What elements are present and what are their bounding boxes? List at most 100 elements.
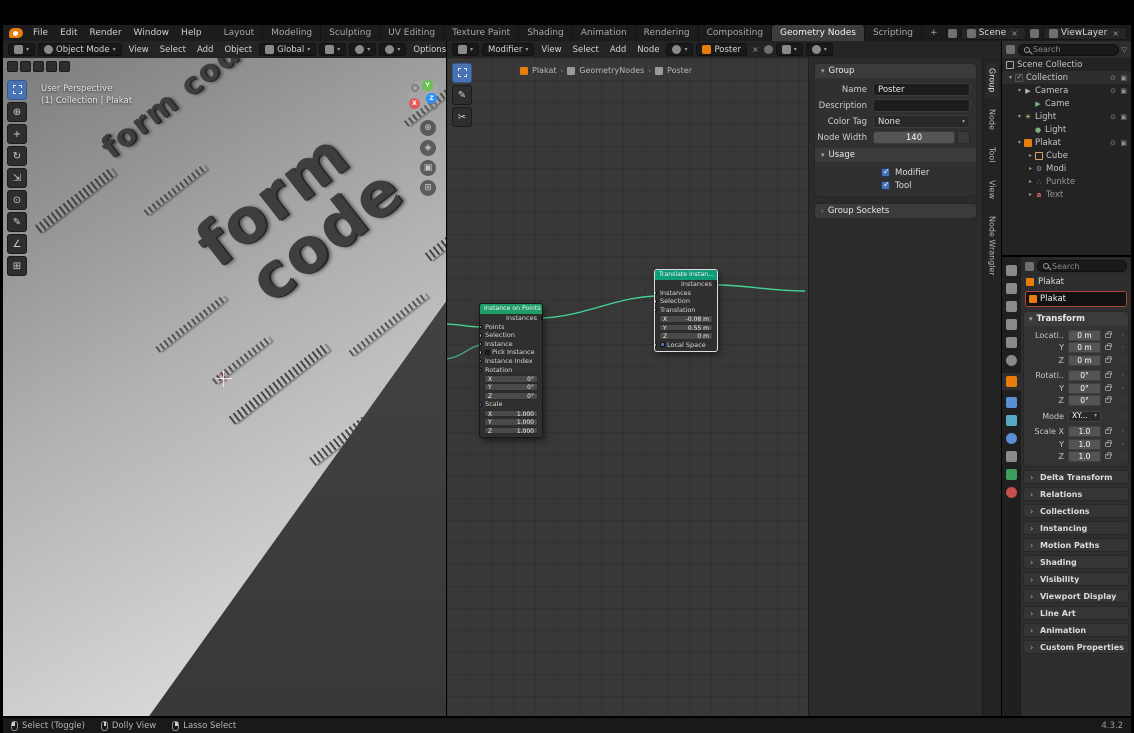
node-menu-add[interactable]: Add [606,45,630,55]
tab-material[interactable] [1006,487,1017,498]
outliner-row-scene-collection[interactable]: Scene Collectio [1002,58,1131,71]
sidebar-tab-view[interactable]: View [986,175,999,204]
color-tag-dropdown[interactable]: None▾ [873,115,970,128]
tab-world[interactable] [1006,355,1017,366]
scale-z-field[interactable]: Z1.000 [484,427,538,435]
node-tree-type-dropdown[interactable]: Modifier▾ [482,43,534,56]
rotation-x-field[interactable]: X0° [484,375,538,383]
expand-icon[interactable]: ▸ [1026,191,1035,198]
tab-uv-editing[interactable]: UV Editing [380,25,444,41]
group-name-field[interactable] [873,83,970,96]
tab-tool[interactable] [1006,265,1017,276]
group-description-field[interactable] [873,99,970,112]
tool-transform[interactable]: ⊙ [7,190,27,210]
tab-scripting[interactable]: Scripting [865,25,922,41]
tab-geometry-nodes[interactable]: Geometry Nodes [772,25,865,41]
breadcrumb-node-tree[interactable]: Poster [667,66,692,75]
lock-icon[interactable] [1105,333,1111,338]
usage-tool-checkbox[interactable] [881,181,890,190]
translation-x-field[interactable]: X-0.08 m [659,315,713,323]
tab-render[interactable] [1006,283,1017,294]
animate-dot[interactable]: · [1121,331,1124,340]
object-name-field[interactable] [1025,291,1127,307]
collection-checkbox[interactable] [1015,74,1023,82]
filter-icon[interactable]: ▽ [1122,46,1127,54]
tool-annotate[interactable]: ✎ [452,85,472,105]
sidebar-tab-group[interactable]: Group [986,63,999,97]
section-motion-paths[interactable]: Motion Paths [1023,538,1129,552]
section-collections[interactable]: Collections [1023,504,1129,518]
tab-layout[interactable]: Layout [216,25,264,41]
gizmo-toggle-icon[interactable] [7,61,18,72]
animate-dot[interactable]: · [1121,396,1124,405]
lock-icon[interactable] [1105,386,1111,391]
viewport-menu-object[interactable]: Object [220,45,256,55]
node-menu-select[interactable]: Select [569,45,603,55]
tool-links-cut[interactable]: ✂ [452,107,472,127]
viewlayer-selector[interactable]: ViewLayer× [1043,27,1127,40]
node-header[interactable]: Instance on Points [480,304,542,314]
editor-type-button[interactable]: ▾ [8,43,35,56]
tool-add-cube[interactable]: ⊞ [7,256,27,276]
mode-dropdown[interactable]: Object Mode▾ [38,43,122,56]
outliner-row-light[interactable]: ▾ ☀ Light ⊙▣ [1002,110,1131,123]
sidebar-tab-node[interactable]: Node [986,104,999,135]
outliner-row-camera[interactable]: ▾ ▶ Camera ⊙▣ [1002,84,1131,97]
gizmo-axis-x[interactable]: X [409,98,420,109]
tab-modeling[interactable]: Modeling [263,25,321,41]
expand-icon[interactable]: ▾ [1015,139,1024,146]
outliner-row-text[interactable]: ▸ a Text [1002,188,1131,201]
tool-move[interactable]: + [7,124,27,144]
scale-y-field[interactable]: Y1.000 [484,418,538,426]
section-relations[interactable]: Relations [1023,487,1129,501]
lock-icon[interactable] [1105,358,1111,363]
hide-eye-icon[interactable]: ⊙ [1110,139,1116,147]
scale-x-field[interactable]: 1.0 [1068,426,1101,437]
animate-dot[interactable]: · [1121,343,1124,352]
properties-editor-icon[interactable] [1025,262,1034,271]
node-menu-view[interactable]: View [537,45,565,55]
tab-texture-paint[interactable]: Texture Paint [444,25,519,41]
expand-icon[interactable]: ▾ [1006,74,1015,81]
animate-dot[interactable]: · [1121,412,1124,421]
properties-search-input[interactable] [1052,262,1121,271]
outliner-editor-icon[interactable] [1006,45,1015,54]
usage-modifier-checkbox[interactable] [881,168,890,177]
snap-dropdown[interactable]: ▾ [319,43,346,56]
animate-dot[interactable]: · [1121,452,1124,461]
unlink-scene-icon[interactable]: × [1009,29,1020,38]
section-delta-transform[interactable]: Delta Transform [1023,470,1129,484]
lock-icon[interactable] [1105,442,1111,447]
rotation-z-field[interactable]: Z0° [484,392,538,400]
location-z-field[interactable]: 0 m [1068,355,1101,366]
scale-z-field[interactable]: 1.0 [1068,451,1101,462]
section-line-art[interactable]: Line Art [1023,606,1129,620]
object-name-input[interactable] [1040,294,1123,304]
animate-dot[interactable]: · [1121,356,1124,365]
tab-view-layer[interactable] [1006,319,1017,330]
outliner-row-modifier[interactable]: ▸ ⚙ Modi [1002,162,1131,175]
disable-render-icon[interactable]: ▣ [1120,74,1127,82]
tool-select-box[interactable] [7,80,27,100]
section-shading[interactable]: Shading [1023,555,1129,569]
viewport-menu-view[interactable]: View [125,45,153,55]
node-header[interactable]: Translate Instan... [655,270,717,280]
node-instance-on-points[interactable]: Instance on Points Instances Points Sele… [479,303,543,438]
tab-output[interactable] [1006,301,1017,312]
tab-rendering[interactable]: Rendering [636,25,699,41]
usage-subpanel-header[interactable]: ▾Usage [815,148,976,162]
outliner-row-cube[interactable]: ▸ Cube [1002,149,1131,162]
tool-rotate[interactable]: ↻ [7,146,27,166]
tool-select-box[interactable] [452,63,472,83]
tool-annotate[interactable]: ✎ [7,212,27,232]
node-canvas[interactable]: Plakat › GeometryNodes › Poster ✎ ✂ Inst… [447,58,1001,716]
gizmo-axis-negative[interactable] [411,84,419,92]
animate-dot[interactable]: · [1121,384,1124,393]
tab-animation[interactable]: Animation [573,25,636,41]
node-snap-dropdown[interactable]: ▾ [776,43,803,56]
expand-icon[interactable]: ▸ [1026,178,1035,185]
animate-dot[interactable]: · [1121,427,1124,436]
tab-physics[interactable] [1006,433,1017,444]
tab-sculpting[interactable]: Sculpting [321,25,380,41]
editor-type-button[interactable]: ▾ [452,43,479,56]
